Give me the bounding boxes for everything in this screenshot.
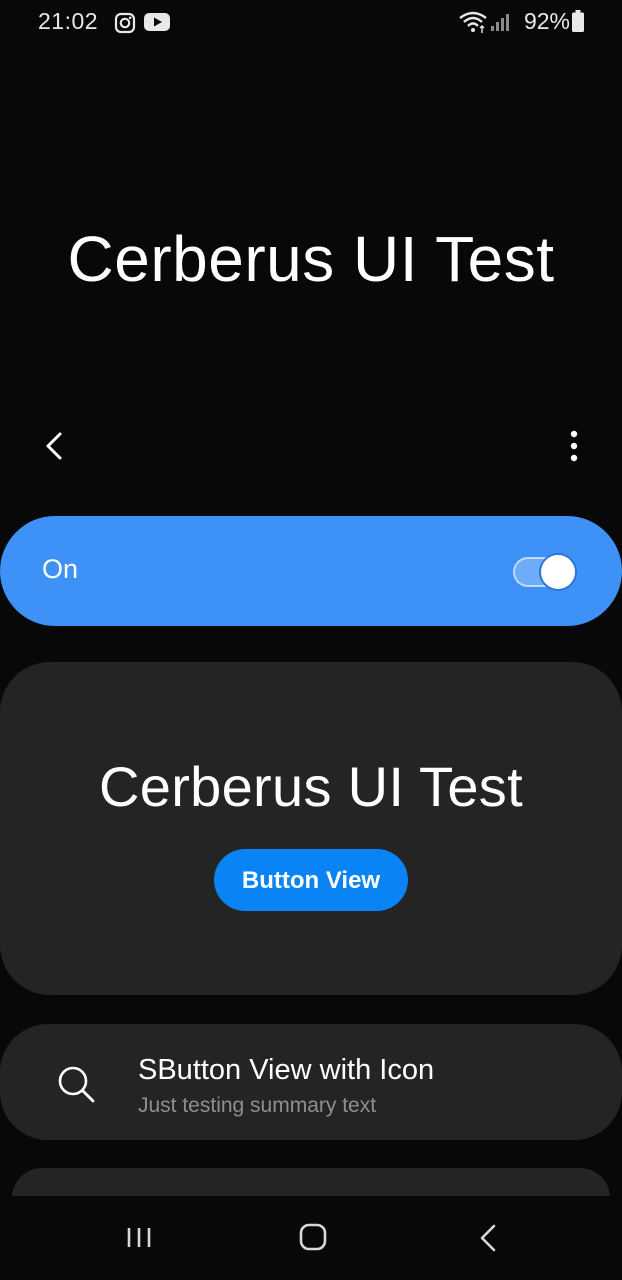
more-vertical-icon [570, 430, 578, 462]
screen: 21:02 92% Cerberus UI Test On Cerberus U… [0, 0, 622, 1280]
battery-percent: 92% [523, 8, 570, 34]
list-item[interactable]: SButton View with Icon Just testing summ… [0, 1024, 622, 1140]
instagram-icon [114, 12, 136, 39]
recents-button[interactable] [110, 1220, 170, 1260]
recents-icon [127, 1228, 151, 1247]
home-icon [299, 1223, 327, 1251]
master-switch-bar[interactable]: On [0, 516, 622, 626]
battery-icon [572, 10, 584, 37]
home-button[interactable] [283, 1220, 343, 1260]
toggle-switch[interactable] [513, 553, 577, 591]
nav-back-button[interactable] [458, 1220, 518, 1260]
navigation-bar [0, 1196, 622, 1280]
card-title: Cerberus UI Test [99, 755, 523, 818]
back-icon [480, 1224, 496, 1252]
chevron-left-icon [46, 432, 62, 460]
back-button[interactable] [32, 424, 76, 468]
header-card: Cerberus UI Test Button View [0, 662, 622, 995]
cell-signal-icon [490, 12, 512, 37]
page-title: Cerberus UI Test [67, 223, 555, 295]
more-options-button[interactable] [564, 424, 584, 468]
youtube-icon [144, 12, 170, 37]
toggle-thumb [539, 553, 577, 591]
wifi-icon [458, 10, 488, 39]
switch-bar-label: On [42, 554, 79, 584]
list-item-summary: Just testing summary text [138, 1094, 377, 1117]
list-item-title: SButton View with Icon [138, 1054, 435, 1086]
status-time: 21:02 [38, 8, 99, 34]
search-icon [54, 1062, 98, 1106]
button-view[interactable]: Button View [214, 849, 408, 911]
status-bar: 21:02 92% [0, 0, 622, 44]
